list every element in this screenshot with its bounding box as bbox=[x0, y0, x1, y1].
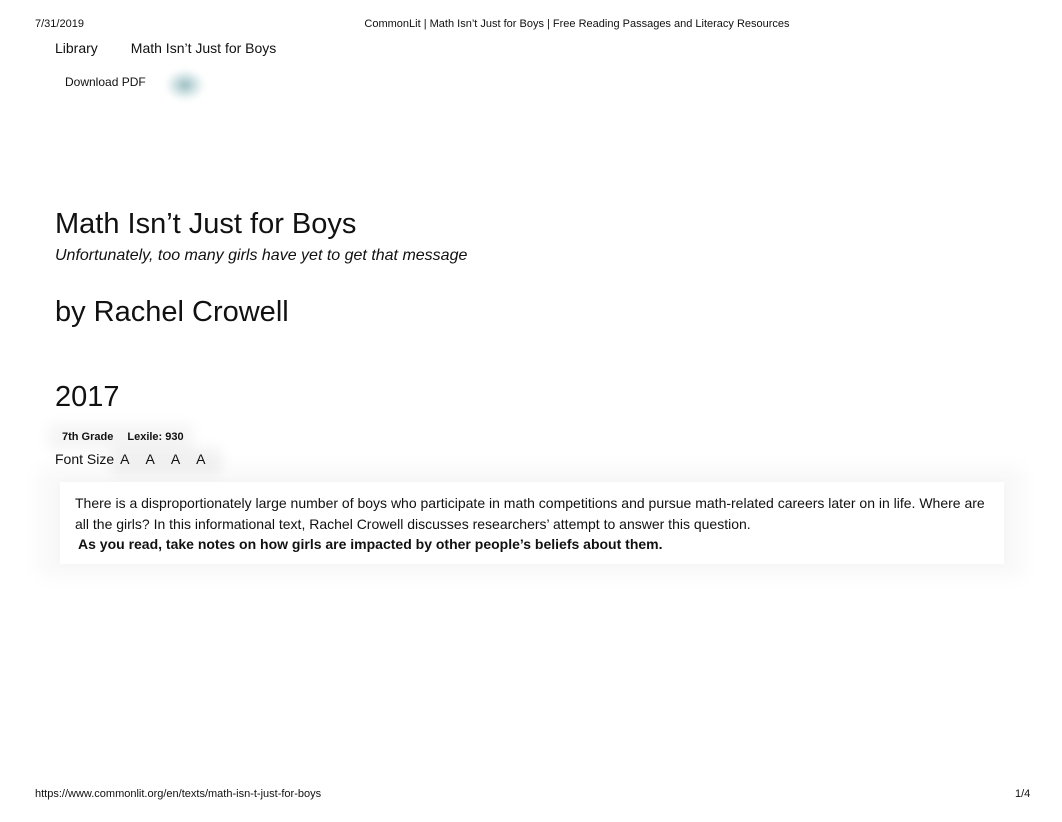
download-pdf-button[interactable]: Download PDF bbox=[65, 75, 146, 89]
print-footer-url: https://www.commonlit.org/en/texts/math-… bbox=[35, 788, 322, 800]
text-badges: 7th Grade Lexile: 930 bbox=[62, 431, 184, 443]
intro-body: There is a disproportionately large numb… bbox=[75, 495, 985, 532]
font-size-option-3[interactable]: A bbox=[171, 451, 180, 467]
grade-badge: 7th Grade bbox=[62, 431, 114, 443]
intro-reading-note: As you read, take notes on how girls are… bbox=[78, 536, 663, 552]
share-icon[interactable] bbox=[166, 70, 204, 100]
text-title: Math Isn’t Just for Boys bbox=[55, 208, 357, 240]
intro-text: There is a disproportionately large numb… bbox=[75, 493, 1000, 555]
font-size-option-2[interactable]: A bbox=[145, 451, 154, 467]
breadcrumb-current: Math Isn’t Just for Boys bbox=[130, 40, 277, 56]
breadcrumb-library-link[interactable]: Library bbox=[55, 40, 98, 56]
font-size-control: Font Size A A A A bbox=[55, 451, 222, 467]
lexile-badge: Lexile: 930 bbox=[127, 431, 184, 443]
breadcrumb: Library Math Isn’t Just for Boys bbox=[55, 40, 276, 56]
print-page-title: CommonLit | Math Isn’t Just for Boys | F… bbox=[364, 18, 790, 30]
text-subtitle: Unfortunately, too many girls have yet t… bbox=[55, 247, 468, 264]
text-year: 2017 bbox=[55, 381, 120, 413]
text-author: by Rachel Crowell bbox=[55, 296, 289, 328]
font-size-option-1[interactable]: A bbox=[120, 451, 129, 467]
font-size-option-4[interactable]: A bbox=[196, 451, 205, 467]
font-size-label: Font Size bbox=[55, 451, 115, 467]
print-page-number: 1/4 bbox=[1015, 788, 1031, 800]
